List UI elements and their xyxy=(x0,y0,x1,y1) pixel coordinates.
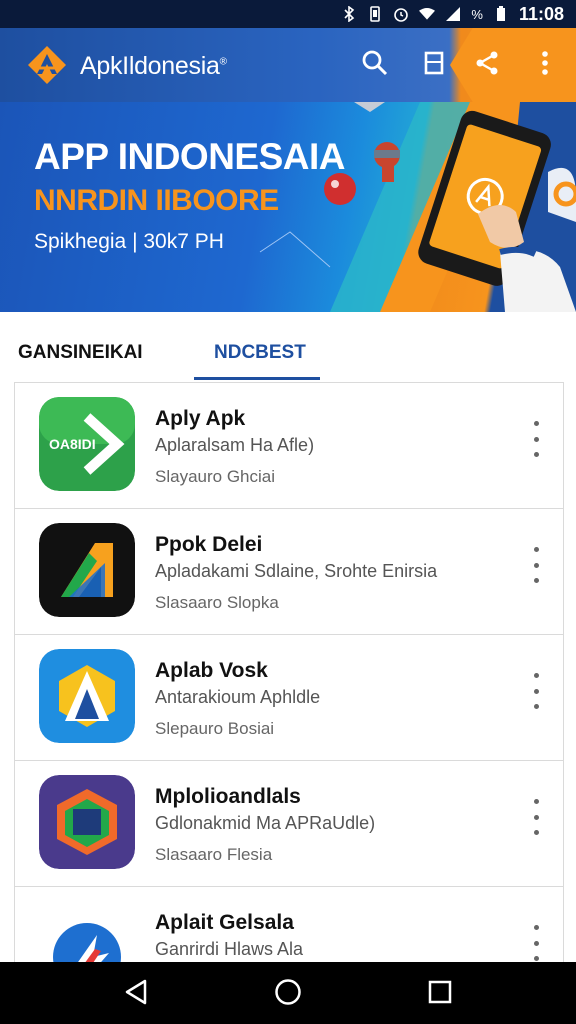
app-description: Ganrirdi Hlaws Ala xyxy=(155,939,304,959)
app-name: Aplait Gelsala xyxy=(155,911,294,934)
item-more-button[interactable] xyxy=(529,799,543,835)
app-icon xyxy=(39,775,135,869)
home-icon xyxy=(274,978,302,1011)
app-icon: OA8IDI xyxy=(39,397,135,491)
app-icon xyxy=(39,649,135,743)
battery-percent: % xyxy=(471,6,483,22)
promo-banner[interactable]: APP INDONESAIA NNRDIN IIBOORE Spikhegia … xyxy=(0,102,576,312)
tab-bar: GANSINEIKAI NDCBEST xyxy=(0,312,576,384)
bookmark-icon xyxy=(424,51,444,80)
wifi-icon xyxy=(419,6,436,22)
tab-newest[interactable]: NDCBEST xyxy=(214,342,306,364)
overflow-menu-button[interactable] xyxy=(525,45,565,85)
app-name: Aplab Vosk xyxy=(155,659,268,682)
list-item[interactable]: OA8IDI Aply Apk Aplaralsam Ha Afle) Slay… xyxy=(14,382,564,508)
app-description: Apladakami Sdlaine, Srohte Enirsia xyxy=(155,561,438,581)
search-button[interactable] xyxy=(355,45,395,85)
app-name: Mplolioandlals xyxy=(155,785,301,808)
vibrate-icon xyxy=(367,6,383,22)
home-button[interactable] xyxy=(270,976,306,1012)
battery-icon xyxy=(493,6,509,22)
app-description: Aplaralsam Ha Afle) xyxy=(155,435,315,455)
app-icon-label: OA8IDI xyxy=(49,436,96,452)
recents-button[interactable] xyxy=(422,976,458,1012)
list-item[interactable]: Mplolioandlals Gdlonakmid Ma APRaUdle) S… xyxy=(14,760,564,886)
system-nav-bar xyxy=(0,962,576,1024)
signal-icon xyxy=(445,6,461,22)
item-more-button[interactable] xyxy=(529,547,543,583)
item-more-button[interactable] xyxy=(529,421,543,457)
list-item[interactable]: Aplab Vosk Antarakioum Aphldle Slepauro … xyxy=(14,634,564,760)
share-icon xyxy=(474,50,500,81)
app-meta: Slasaaro Slopka xyxy=(155,593,279,612)
app-icon xyxy=(39,523,135,617)
recents-icon xyxy=(428,980,452,1009)
back-icon xyxy=(123,978,149,1011)
item-more-button[interactable] xyxy=(529,925,543,961)
app-name: Ppok Delei xyxy=(155,533,263,556)
app-name: Aply Apk xyxy=(155,407,246,430)
alarm-icon xyxy=(393,6,409,22)
app-title: ApkIldonesia® xyxy=(80,52,227,80)
app-description: Antarakioum Aphldle xyxy=(155,687,321,707)
tab-categories[interactable]: GANSINEIKAI xyxy=(18,342,143,364)
bluetooth-icon xyxy=(341,6,357,22)
bookmark-button[interactable] xyxy=(414,45,454,85)
app-bar: ApkIldonesia® xyxy=(0,28,576,102)
app-meta: Slepauro Bosiai xyxy=(155,719,275,738)
list-item[interactable]: Ppok Delei Apladakami Sdlaine, Srohte En… xyxy=(14,508,564,634)
banner-subtitle: NNRDIN IIBOORE xyxy=(34,184,279,217)
more-vert-icon xyxy=(541,50,549,81)
back-button[interactable] xyxy=(118,976,154,1012)
app-list: OA8IDI Aply Apk Aplaralsam Ha Afle) Slay… xyxy=(14,382,564,1012)
app-logo-icon xyxy=(26,44,68,86)
search-icon xyxy=(362,50,388,81)
share-button[interactable] xyxy=(467,45,507,85)
app-description: Gdlonakmid Ma APRaUdle) xyxy=(155,813,376,833)
item-more-button[interactable] xyxy=(529,673,543,709)
status-time: 11:08 xyxy=(518,3,564,24)
status-bar: % 11:08 xyxy=(0,0,576,28)
tab-selected-indicator xyxy=(194,377,320,380)
app-meta: Slayauro Ghciai xyxy=(155,467,276,486)
banner-title: APP INDONESAIA xyxy=(34,136,346,177)
app-meta: Slasaaro Flesia xyxy=(155,845,273,864)
banner-tagline: Spikhegia | 30k7 PH xyxy=(34,230,224,253)
